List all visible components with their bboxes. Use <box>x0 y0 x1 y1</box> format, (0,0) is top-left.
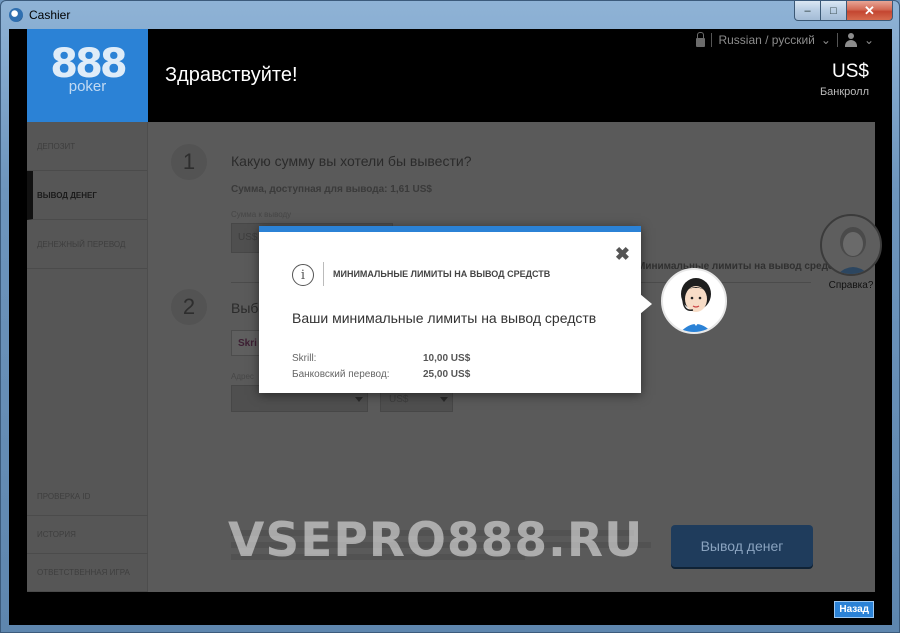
maximize-button[interactable]: □ <box>821 1 847 21</box>
close-icon[interactable]: ✖ <box>615 245 630 263</box>
title-bar[interactable]: Cashier – □ ✕ <box>1 1 899 29</box>
chevron-down-icon <box>355 397 363 402</box>
step-1-title: Какую сумму вы хотели бы вывести? <box>231 153 472 169</box>
limit-row-bank-transfer: Банковский перевод: 25,00 US$ <box>292 369 470 380</box>
chevron-down-icon[interactable]: ⌄ <box>864 33 874 47</box>
lock-icon <box>696 31 706 47</box>
support-agent-avatar[interactable] <box>661 268 727 334</box>
sidebar-item-responsible-gaming[interactable]: Ответственная игра <box>27 554 148 592</box>
limit-row-skrill: Skrill: 10,00 US$ <box>292 353 470 364</box>
chevron-down-icon[interactable]: ⌄ <box>821 33 831 47</box>
sidebar: Депозит Вывод денег Денежный перевод Про… <box>27 122 148 592</box>
modal-heading: Ваши минимальные лимиты на вывод средств <box>292 310 597 326</box>
modal-pointer <box>640 294 652 314</box>
sidebar-item-id-check[interactable]: Проверка ID <box>27 478 148 516</box>
watermark: VSEPRO888.RU <box>228 513 644 568</box>
888poker-logo: 888 poker <box>27 29 148 122</box>
logo-word: poker <box>68 78 107 95</box>
limit-amount: 25,00 US$ <box>423 369 471 380</box>
limit-amount: 10,00 US$ <box>423 353 471 364</box>
help-label[interactable]: Справка? <box>816 280 886 291</box>
limit-method: Skrill: <box>292 353 317 364</box>
info-icon: i <box>292 264 314 286</box>
available-amount: Сумма, доступная для вывода: 1,61 US$ <box>231 184 432 195</box>
page-title: Здравствуйте! <box>165 64 298 86</box>
currency-select-value: US$ <box>389 394 409 405</box>
sidebar-item-transfer[interactable]: Денежный перевод <box>27 220 147 269</box>
amount-label: Сумма к выводу <box>231 210 292 219</box>
sidebar-item-deposit[interactable]: Депозит <box>27 122 147 171</box>
limit-method: Банковский перевод: <box>292 369 390 380</box>
window-title: Cashier <box>29 8 71 22</box>
step-2-number: 2 <box>171 289 207 325</box>
sidebar-item-history[interactable]: История <box>27 516 148 554</box>
support-agent-avatar[interactable] <box>820 214 882 276</box>
user-icon[interactable] <box>844 33 858 47</box>
header-separator <box>711 33 713 47</box>
header-controls: Russian / русский ⌄ ⌄ <box>696 31 874 47</box>
language-selector[interactable]: Russian / русский <box>718 33 814 47</box>
sidebar-bottom: Проверка ID История Ответственная игра <box>27 478 148 592</box>
window-controls: – □ ✕ <box>794 1 893 21</box>
header-separator <box>836 33 838 47</box>
address-label: Адрес <box>231 372 254 381</box>
back-button[interactable]: Назад <box>834 601 874 618</box>
sidebar-item-withdraw[interactable]: Вывод денег <box>27 171 147 220</box>
modal-title: Минимальные лимиты на вывод средств <box>333 269 551 279</box>
close-window-button[interactable]: ✕ <box>847 1 893 21</box>
minimize-button[interactable]: – <box>794 1 821 21</box>
app-icon <box>9 8 23 22</box>
chevron-down-icon <box>440 397 448 402</box>
bankroll-label: Банкролл <box>819 86 869 98</box>
min-limits-modal: ✖ i Минимальные лимиты на вывод средств … <box>259 226 641 393</box>
min-limits-link[interactable]: Минимальные лимиты на вывод средств <box>637 261 844 272</box>
help-widget[interactable]: Справка? <box>816 214 886 291</box>
bankroll-currency: US$ <box>832 61 869 82</box>
step-1-number: 1 <box>171 144 207 180</box>
modal-title-separator <box>323 262 324 286</box>
withdraw-button[interactable]: Вывод денег <box>671 525 813 567</box>
